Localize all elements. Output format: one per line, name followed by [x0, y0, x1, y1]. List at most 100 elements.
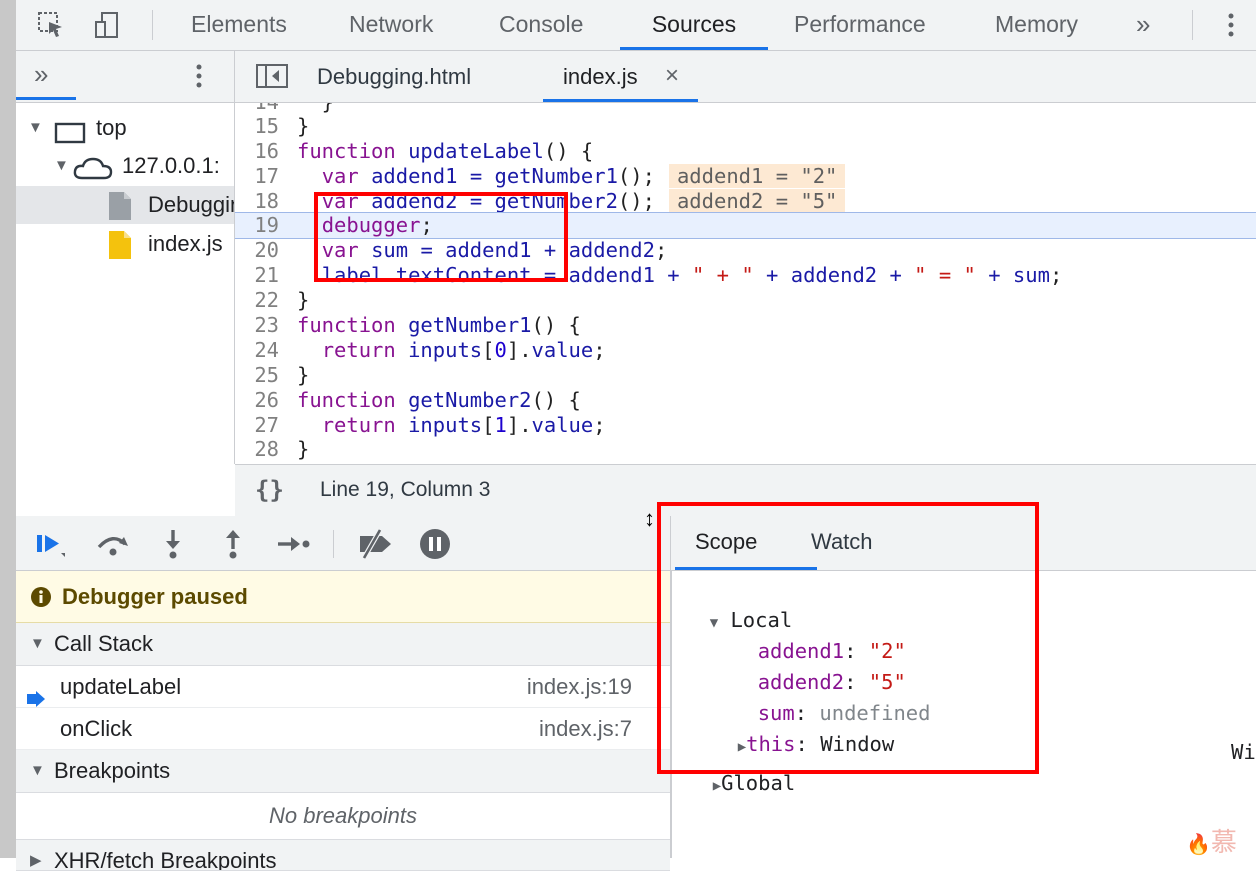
- tab-sources[interactable]: Sources: [620, 0, 768, 50]
- inline-value-addend1: addend1 = "2": [668, 164, 846, 188]
- code-line-26: 26 function getNumber2() {: [254, 388, 581, 412]
- resume-icon[interactable]: [34, 530, 68, 563]
- expand-arrow-icon[interactable]: ▶: [713, 778, 721, 794]
- tree-label-index-js: index.js: [148, 231, 223, 256]
- code-line-27: 27 return inputs[1].value;: [254, 413, 606, 437]
- breakpoints-title: Breakpoints: [54, 758, 171, 783]
- no-breakpoints-text: No breakpoints: [16, 793, 670, 840]
- resize-handle-icon[interactable]: ↕: [644, 506, 655, 532]
- close-tab-icon[interactable]: ×: [665, 51, 679, 100]
- scope-tab-bar: Scope Watch: [671, 516, 1256, 571]
- step-into-icon[interactable]: [162, 528, 184, 565]
- collapse-arrow-icon[interactable]: ▼: [30, 623, 45, 665]
- code-line-21: 21 label.textContent = addend1 + " + " +…: [254, 263, 1063, 287]
- breakpoints-header[interactable]: ▼ Breakpoints: [16, 750, 670, 793]
- tree-item-index-js[interactable]: index.js: [16, 225, 234, 263]
- code-line-18: 18 var addend2 = getNumber2(); addend2 = …: [235, 189, 1256, 214]
- call-stack-header[interactable]: ▼ Call Stack: [16, 623, 670, 666]
- cursor-position: Line 19, Column 3: [320, 478, 491, 501]
- step-over-icon[interactable]: [94, 530, 132, 563]
- tab-watch[interactable]: Watch: [811, 516, 873, 568]
- tab-elements[interactable]: Elements: [191, 0, 287, 50]
- editor-tab-debugging-html[interactable]: Debugging.html: [317, 51, 471, 102]
- tree-label-top: top: [96, 115, 127, 140]
- editor-tab-bar: Debugging.html index.js ×: [235, 51, 1256, 103]
- xhr-breakpoints-header[interactable]: ▶ XHR/fetch Breakpoints: [16, 840, 670, 871]
- navigator-header: »: [16, 51, 234, 103]
- scope-global-row[interactable]: ▶Global: [688, 737, 796, 795]
- scope-local-row[interactable]: ▼ Local: [685, 574, 793, 632]
- tab-network[interactable]: Network: [349, 0, 433, 50]
- toolbar-divider: [333, 530, 334, 558]
- paused-text: Debugger paused: [62, 584, 248, 609]
- deactivate-breakpoints-icon[interactable]: [354, 528, 396, 565]
- scope-var-addend2[interactable]: addend2: "5": [733, 636, 906, 694]
- tree-item-host[interactable]: ▼ 127.0.0.1:: [16, 147, 234, 185]
- navigator-menu-icon[interactable]: [194, 63, 204, 94]
- frame-name: updateLabel: [60, 674, 182, 699]
- tab-scope[interactable]: Scope: [675, 516, 817, 570]
- scope-var-addend1[interactable]: addend1: "2": [733, 605, 906, 663]
- code-editor[interactable]: 14 } 15} 16function updateLabel() { 17 v…: [235, 103, 1256, 463]
- tab-scope-label: Scope: [695, 529, 758, 554]
- navigator-active-indicator: [16, 97, 76, 100]
- tab-console[interactable]: Console: [499, 0, 583, 50]
- toolbar-divider: [152, 10, 153, 40]
- call-frame-onclick[interactable]: onClick index.js:7: [16, 708, 670, 750]
- expand-arrow-icon[interactable]: ▶: [30, 840, 42, 870]
- call-frame-update-label[interactable]: updateLabel index.js:19: [16, 666, 670, 708]
- code-line-25: 25}: [254, 363, 310, 387]
- expand-arrow-icon[interactable]: ▼: [28, 109, 43, 147]
- file-tree: ▼ top ▼ 127.0.0.1: Debugging.html index.…: [16, 103, 234, 513]
- js-file-icon: [108, 230, 132, 272]
- code-line-23: 23 function getNumber1() {: [254, 313, 581, 337]
- code-line-15: 15}: [254, 114, 310, 138]
- code-line-16: 16 function updateLabel() {: [254, 139, 594, 163]
- pretty-print-icon[interactable]: {}: [255, 465, 284, 515]
- code-line-17: 17 var addend1 = getNumber1(); addend1 = …: [235, 164, 1256, 189]
- tree-item-top[interactable]: ▼ top: [16, 109, 234, 147]
- code-line-28: 28}: [254, 437, 310, 461]
- scope-global-value: Wi: [1231, 740, 1256, 764]
- device-toolbar-icon[interactable]: [90, 9, 124, 41]
- tree-label-host: 127.0.0.1:: [122, 153, 220, 178]
- editor-status-bar: {} Line 19, Column 3: [235, 464, 1256, 517]
- expand-arrow-icon[interactable]: ▼: [710, 615, 718, 631]
- tab-memory[interactable]: Memory: [995, 0, 1078, 50]
- code-line-24: 24 return inputs[0].value;: [254, 338, 606, 362]
- code-line-22: 22}: [254, 288, 310, 312]
- code-line-20: 20 var sum = addend1 + addend2;: [254, 238, 668, 262]
- scope-var-sum[interactable]: sum: undefined: [733, 667, 931, 725]
- code-line-19-execution: 19 debugger;: [235, 212, 1256, 239]
- expand-arrow-icon[interactable]: ▼: [54, 147, 69, 185]
- debugger-paused-banner: Debugger paused: [16, 571, 670, 623]
- step-icon[interactable]: [276, 532, 312, 561]
- window-edge: [0, 0, 16, 858]
- navigator-more-icon[interactable]: »: [34, 59, 48, 90]
- editor-tab-label: index.js: [563, 64, 638, 89]
- tab-performance[interactable]: Performance: [794, 0, 926, 50]
- debugger-toolbar: [16, 516, 670, 571]
- scope-global-label: Global: [721, 771, 796, 795]
- toggle-navigator-icon[interactable]: [255, 63, 289, 94]
- tree-label-debugging-html: Debugging.html: [148, 192, 234, 217]
- inline-value-addend2: addend2 = "5": [668, 189, 846, 213]
- frame-location[interactable]: index.js:19: [527, 666, 632, 707]
- more-tabs-icon[interactable]: »: [1136, 0, 1150, 50]
- info-icon: [30, 586, 52, 613]
- pause-on-exceptions-icon[interactable]: [418, 527, 452, 566]
- frame-location[interactable]: index.js:7: [539, 708, 632, 749]
- call-stack-title: Call Stack: [54, 631, 154, 656]
- kebab-menu-icon[interactable]: [1226, 12, 1236, 43]
- step-out-icon[interactable]: [222, 528, 244, 565]
- watermark-logo: 🔥慕课: [1186, 827, 1237, 857]
- inspect-element-icon[interactable]: [34, 9, 68, 41]
- editor-tab-index-js[interactable]: index.js ×: [543, 51, 698, 102]
- devtools-tab-bar: Elements Network Console Sources Perform…: [16, 0, 1256, 51]
- toolbar-divider: [1192, 10, 1193, 40]
- collapse-arrow-icon[interactable]: ▼: [30, 750, 45, 792]
- frame-name: onClick: [60, 716, 133, 741]
- scope-var-this[interactable]: ▶this: Window: [713, 698, 895, 756]
- tree-item-debugging-html[interactable]: Debugging.html: [16, 186, 234, 224]
- xhr-breakpoints-title: XHR/fetch Breakpoints: [54, 848, 277, 871]
